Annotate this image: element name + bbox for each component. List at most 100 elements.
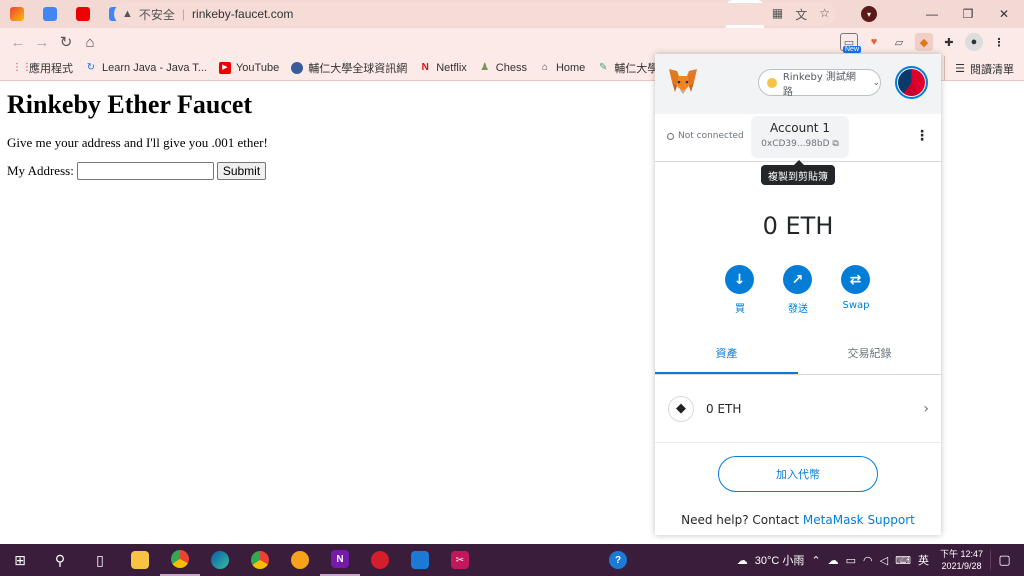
metamask-fox-icon[interactable]: ◆ bbox=[915, 33, 933, 51]
netflix-icon: N bbox=[421, 62, 429, 73]
onenote-icon: N bbox=[331, 550, 349, 568]
account-avatar-button[interactable] bbox=[895, 66, 928, 99]
bookmark-label: Learn Java - Java T... bbox=[102, 62, 207, 74]
send-arrow-icon: ↗ bbox=[783, 265, 812, 294]
onedrive-icon[interactable]: ☁ bbox=[828, 554, 839, 567]
volume-icon[interactable]: ◁ bbox=[880, 554, 888, 567]
start-button[interactable]: ⊞ bbox=[0, 544, 40, 576]
taskbar-photos[interactable] bbox=[400, 544, 440, 576]
bookmark-learn-java[interactable]: ↻ Learn Java - Java T... bbox=[85, 62, 207, 74]
address-bar[interactable]: ▲ 不安全 | rinkeby-faucet.com ▦ 文 ☆ bbox=[114, 3, 836, 25]
taskbar-onenote[interactable]: N bbox=[320, 544, 360, 576]
notification-center-button[interactable]: ▢ bbox=[990, 550, 1018, 570]
apps-grid-icon: ⋮⋮ bbox=[12, 62, 32, 73]
bookmark-star-icon[interactable]: ☆ bbox=[819, 6, 830, 23]
reload-button[interactable]: ↻ bbox=[54, 33, 78, 51]
battery-icon[interactable]: ▭ bbox=[846, 554, 856, 567]
asset-amount: 0 ETH bbox=[706, 401, 742, 416]
tab-site[interactable] bbox=[33, 0, 66, 28]
account-selector[interactable]: Account 1 0xCD39...98bD ⧉ bbox=[751, 116, 849, 158]
download-icon: ↓ bbox=[725, 265, 754, 294]
taskbar-file-explorer[interactable] bbox=[120, 544, 160, 576]
translate-icon[interactable]: 文 bbox=[795, 6, 807, 23]
refresh-logo-icon: ↻ bbox=[86, 62, 96, 73]
bookmark-label: 應用程式 bbox=[29, 63, 73, 75]
account-row: Not connected Account 1 0xCD39...98bD ⧉ … bbox=[655, 114, 941, 162]
chrome-icon bbox=[251, 551, 269, 569]
account-options-icon[interactable]: ⋮ bbox=[915, 128, 929, 144]
send-button[interactable]: ↗ 發送 bbox=[783, 265, 813, 315]
antivirus-icon bbox=[371, 551, 389, 569]
close-window-button[interactable]: ✕ bbox=[986, 0, 1022, 28]
taskbar-snipping[interactable]: ✂ bbox=[440, 544, 480, 576]
taskbar-help[interactable]: ? bbox=[598, 544, 638, 576]
reading-list-label: 閱讀清單 bbox=[970, 63, 1014, 76]
bookmark-university[interactable]: 輔仁大學全球資訊網 bbox=[291, 60, 407, 76]
add-token-button[interactable]: 加入代幣 bbox=[718, 456, 878, 492]
asset-row-eth[interactable]: ◆ 0 ETH › bbox=[655, 375, 941, 443]
buy-button[interactable]: ↓ 買 bbox=[725, 265, 755, 315]
taskbar-security[interactable] bbox=[360, 544, 400, 576]
globe-icon bbox=[42, 7, 57, 21]
back-button[interactable]: ← bbox=[6, 34, 30, 51]
wifi-icon[interactable]: ◠ bbox=[863, 554, 873, 567]
clock[interactable]: 下午 12:47 2021/9/28 bbox=[940, 548, 983, 572]
wallet-tabs: 資產 交易紀錄 bbox=[655, 337, 941, 375]
home-button[interactable]: ⌂ bbox=[78, 34, 102, 51]
reading-list-button[interactable]: ☰ 閱讀清單 bbox=[944, 56, 1014, 81]
copy-icon: ⧉ bbox=[832, 139, 839, 149]
taskbar-edge[interactable] bbox=[200, 544, 240, 576]
tab-assets[interactable]: 資產 bbox=[655, 337, 798, 374]
keyboard-icon[interactable]: ⌨ bbox=[895, 554, 911, 567]
bookmark-home[interactable]: ⌂ Home bbox=[539, 62, 585, 74]
reading-list-icon: ☰ bbox=[955, 63, 965, 75]
address-url[interactable]: rinkeby-faucet.com bbox=[192, 7, 293, 21]
windows-taskbar: ⊞ ⚲ ▯ N ✂ ? ☁ 30°C 小雨 ⌃ ☁ ▭ ◠ ◁ ⌨ 英 下午 1… bbox=[0, 544, 1024, 576]
metamask-support-link[interactable]: MetaMask Support bbox=[803, 513, 915, 527]
puzzle-extensions-icon[interactable]: ✚ bbox=[940, 33, 958, 51]
page-title: Rinkeby Ether Faucet bbox=[7, 90, 253, 119]
bookmark-youtube[interactable]: ▶ YouTube bbox=[218, 62, 279, 74]
network-selector[interactable]: Rinkeby 測試網路 ⌄ bbox=[758, 69, 881, 98]
ime-indicator[interactable]: 英 bbox=[918, 552, 929, 568]
youtube-icon: ▶ bbox=[218, 62, 231, 74]
home-icon: ⌂ bbox=[541, 62, 548, 73]
university-icon bbox=[291, 62, 304, 74]
search-button[interactable]: ⚲ bbox=[40, 544, 80, 576]
bookmark-chess[interactable]: ♟ Chess bbox=[479, 62, 527, 74]
address-label: My Address: bbox=[7, 163, 74, 178]
bookmark-apps[interactable]: ⋮⋮ 應用程式 bbox=[12, 60, 73, 76]
clock-time: 下午 12:47 bbox=[939, 549, 983, 559]
taskbar-chrome[interactable] bbox=[160, 544, 200, 576]
forward-button[interactable]: → bbox=[30, 34, 54, 51]
account-address[interactable]: 0xCD39...98bD ⧉ bbox=[751, 139, 849, 149]
address-separator: | bbox=[181, 7, 186, 21]
weather-text[interactable]: 30°C 小雨 bbox=[755, 552, 805, 568]
show-hidden-icons[interactable]: ⌃ bbox=[811, 554, 820, 567]
chrome-icon bbox=[171, 550, 189, 568]
more-menu-icon[interactable]: ⋮ bbox=[990, 33, 1008, 51]
tab-youtube[interactable] bbox=[66, 0, 99, 28]
apps-grid-icon[interactable]: ▦ bbox=[772, 6, 783, 23]
taskbar-chrome-profile[interactable] bbox=[240, 544, 280, 576]
chevron-right-icon: › bbox=[923, 400, 929, 417]
profile-avatar-icon[interactable]: ● bbox=[965, 33, 983, 51]
tab-activity[interactable]: 交易紀錄 bbox=[798, 337, 941, 374]
tab-gmail[interactable] bbox=[0, 0, 33, 28]
tab-search-icon[interactable]: ▾ bbox=[861, 6, 877, 22]
help-text: Need help? Contact MetaMask Support bbox=[655, 513, 941, 527]
folder-icon bbox=[131, 551, 149, 569]
submit-button[interactable]: Submit bbox=[216, 162, 267, 180]
connection-status[interactable]: Not connected bbox=[667, 131, 744, 141]
address-input[interactable] bbox=[76, 162, 214, 180]
palette-icon[interactable]: ♥ bbox=[865, 33, 883, 51]
task-view-button[interactable]: ▯ bbox=[80, 544, 120, 576]
bookmark-netflix[interactable]: N Netflix bbox=[419, 62, 467, 74]
metamask-header: Rinkeby 測試網路 ⌄ bbox=[655, 54, 941, 114]
new-badge: New bbox=[843, 46, 862, 53]
cast-icon[interactable]: ▱ bbox=[890, 33, 908, 51]
swap-button[interactable]: ⇄ Swap bbox=[841, 265, 871, 315]
taskbar-vpn[interactable] bbox=[280, 544, 320, 576]
restore-button[interactable]: ❐ bbox=[950, 0, 986, 28]
minimize-button[interactable]: — bbox=[914, 0, 950, 28]
